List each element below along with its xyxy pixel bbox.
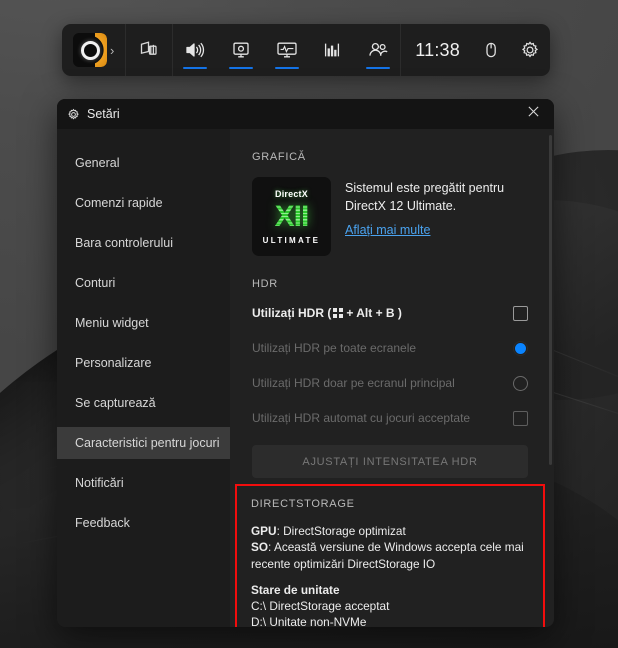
directstorage-gpu-value: DirectStorage optimizat (283, 524, 406, 538)
sidebar-item-label: Notificări (75, 476, 124, 490)
hdr-auto-checkbox[interactable] (513, 410, 528, 426)
gear-icon (520, 40, 540, 60)
sidebar-item-capturing[interactable]: Se capturează (57, 387, 230, 419)
xbox-game-bar-logo-icon (73, 33, 107, 67)
hdr-option-all-displays[interactable]: Utilizați HDR pe toate ecranele (252, 333, 532, 363)
directx-ultimate-badge-icon: DirectX XII ULTIMATE (252, 177, 331, 256)
speaker-volume-icon (184, 40, 206, 60)
sidebar-item-widget-menu[interactable]: Meniu widget (57, 307, 230, 339)
sidebar-item-label: Se capturează (75, 396, 156, 410)
widget-menu-icon (138, 40, 160, 60)
sidebar-item-label: Conturi (75, 276, 116, 290)
toolbar-item-widget-menu[interactable] (126, 24, 172, 76)
desktop-wallpaper: › 11:38 Setări General Comenzi rapide Ba… (0, 0, 618, 648)
sidebar-item-label: Caracteristici pentru jocuri (75, 436, 220, 450)
close-icon (527, 105, 540, 123)
graphics-status-row: DirectX XII ULTIMATE Sistemul este pregă… (252, 177, 532, 256)
settings-sidebar: General Comenzi rapide Bara controlerulu… (57, 129, 230, 627)
toolbar-item-capture[interactable] (218, 24, 264, 76)
clock: 11:38 (415, 39, 460, 60)
sidebar-item-label: Bara controlerului (75, 236, 173, 250)
game-bar-logo-button[interactable]: › (62, 33, 125, 67)
directstorage-os-label: SO (251, 540, 269, 555)
hdr-use-hdr-checkbox[interactable] (513, 305, 528, 321)
sidebar-item-feedback[interactable]: Feedback (57, 507, 230, 539)
directx-badge-version: XII (274, 199, 310, 233)
drive-status-row: D:\ Unitate non-NVMe (251, 615, 367, 627)
directstorage-gpu-line: GPU: DirectStorage optimizat (251, 524, 406, 538)
hdr-option-auto-hdr[interactable]: Utilizați HDR automat cu jocuri acceptat… (252, 403, 532, 433)
hdr-option-label: Utilizați HDR doar pe ecranul principal (252, 376, 455, 390)
learn-more-link[interactable]: Aflați mai multe (345, 223, 430, 237)
directstorage-highlight-box: DIRECTSTORAGE GPU: DirectStorage optimiz… (235, 484, 545, 627)
close-button[interactable] (512, 99, 554, 129)
sidebar-item-general[interactable]: General (57, 147, 230, 179)
hdr-all-displays-radio[interactable] (513, 340, 528, 356)
directstorage-os-line: SO: Această versiune de Windows accepta … (251, 540, 524, 571)
directstorage-os-value: Această versiune de Windows accepta cele… (251, 540, 524, 571)
sidebar-item-personalization[interactable]: Personalizare (57, 347, 230, 379)
toolbar-item-looking-for-group[interactable] (355, 24, 401, 76)
toolbar-active-indicator (274, 66, 299, 69)
hdr-section-title: HDR (252, 278, 278, 290)
sidebar-item-controller-bar[interactable]: Bara controlerului (57, 227, 230, 259)
settings-window: Setări General Comenzi rapide Bara contr… (57, 99, 554, 627)
toolbar-active-indicator (228, 66, 253, 69)
directstorage-section-title: DIRECTSTORAGE (251, 498, 355, 510)
hdr-label-prefix: Utilizați HDR ( (252, 306, 332, 320)
toolbar-item-mouse[interactable] (472, 24, 510, 76)
sidebar-item-shortcuts[interactable]: Comenzi rapide (57, 187, 230, 219)
bar-chart-icon (321, 40, 343, 60)
toolbar-active-indicator (183, 66, 208, 69)
people-icon (366, 40, 390, 60)
hdr-option-primary-display[interactable]: Utilizați HDR doar pe ecranul principal (252, 368, 532, 398)
toolbar-item-audio[interactable] (173, 24, 219, 76)
chevron-right-icon[interactable]: › (110, 43, 114, 58)
graphics-message: Sistemul este pregătit pentru DirectX 12… (345, 181, 505, 214)
performance-monitor-icon (275, 40, 299, 60)
windows-key-icon (333, 308, 344, 318)
hdr-option-use-hdr[interactable]: Utilizați HDR ( + Alt + B ) (252, 298, 532, 328)
hdr-option-label: Utilizați HDR automat cu jocuri acceptat… (252, 411, 471, 425)
toolbar-item-settings[interactable] (510, 24, 550, 76)
directstorage-gpu-label: GPU (251, 524, 277, 538)
settings-titlebar: Setări (57, 99, 554, 129)
hdr-option-label: Utilizați HDR ( + Alt + B ) (252, 306, 402, 320)
content-scrollbar[interactable] (549, 135, 552, 465)
sidebar-item-label: Feedback (75, 516, 130, 530)
toolbar-item-resources[interactable] (309, 24, 355, 76)
directx-badge-top: DirectX (275, 188, 308, 199)
adjust-hdr-intensity-button[interactable]: AJUSTAȚI INTENSITATEA HDR (252, 445, 528, 478)
sidebar-item-label: Meniu widget (75, 316, 149, 330)
toolbar-active-indicator (365, 66, 390, 69)
sidebar-item-label: Personalizare (75, 356, 152, 370)
drive-status-row: C:\ DirectStorage acceptat (251, 598, 390, 613)
sidebar-item-label: Comenzi rapide (75, 196, 163, 210)
hdr-primary-display-radio[interactable] (513, 375, 528, 391)
hdr-label-suffix: + Alt + B ) (346, 306, 402, 320)
drive-status-title: Stare de unitate (251, 582, 340, 597)
settings-content: GRAFICĂ DirectX XII ULTIMATE Sistemul es… (230, 129, 554, 627)
game-bar-toolbar: › 11:38 (62, 24, 550, 76)
capture-monitor-icon (230, 40, 252, 60)
toolbar-item-performance[interactable] (264, 24, 310, 76)
mouse-icon (482, 40, 500, 60)
graphics-section-title: GRAFICĂ (252, 151, 306, 163)
hdr-option-label: Utilizați HDR pe toate ecranele (252, 341, 417, 355)
sidebar-item-label: General (75, 156, 120, 170)
sidebar-item-notifications[interactable]: Notificări (57, 467, 230, 499)
sidebar-item-accounts[interactable]: Conturi (57, 267, 230, 299)
directx-badge-bottom: ULTIMATE (262, 235, 321, 245)
sidebar-item-gaming-features[interactable]: Caracteristici pentru jocuri (57, 427, 230, 459)
gear-icon (67, 108, 80, 121)
window-title: Setări (87, 107, 120, 121)
